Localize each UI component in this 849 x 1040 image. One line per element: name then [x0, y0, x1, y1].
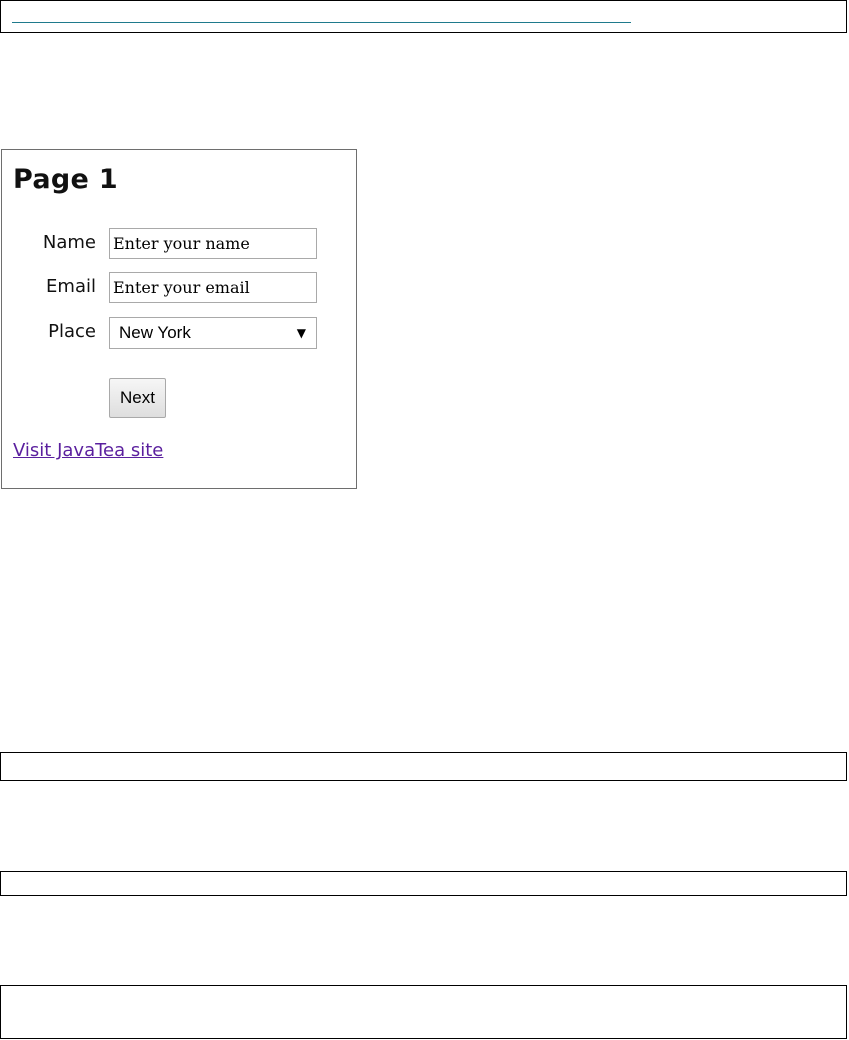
name-input[interactable] [109, 228, 317, 259]
code-block-bottom [0, 985, 847, 1039]
visit-javatea-link[interactable]: Visit JavaTea site [13, 440, 163, 461]
next-button[interactable]: Next [109, 378, 166, 418]
place-select[interactable]: New York ▼ [109, 317, 317, 349]
code-block-top [0, 0, 847, 33]
code-block-middle-2 [0, 871, 847, 896]
email-input[interactable] [109, 272, 317, 303]
top-link-underline[interactable] [12, 22, 631, 23]
name-label: Name [42, 232, 96, 253]
page-title: Page 1 [13, 164, 118, 195]
code-block-middle-1 [0, 752, 847, 781]
form-panel: Page 1 Name Email Place New York ▼ Next … [1, 149, 357, 489]
dropdown-triangle-icon: ▼ [296, 326, 306, 340]
place-selected-value: New York [119, 323, 191, 342]
place-label: Place [48, 321, 96, 342]
email-label: Email [46, 276, 96, 297]
